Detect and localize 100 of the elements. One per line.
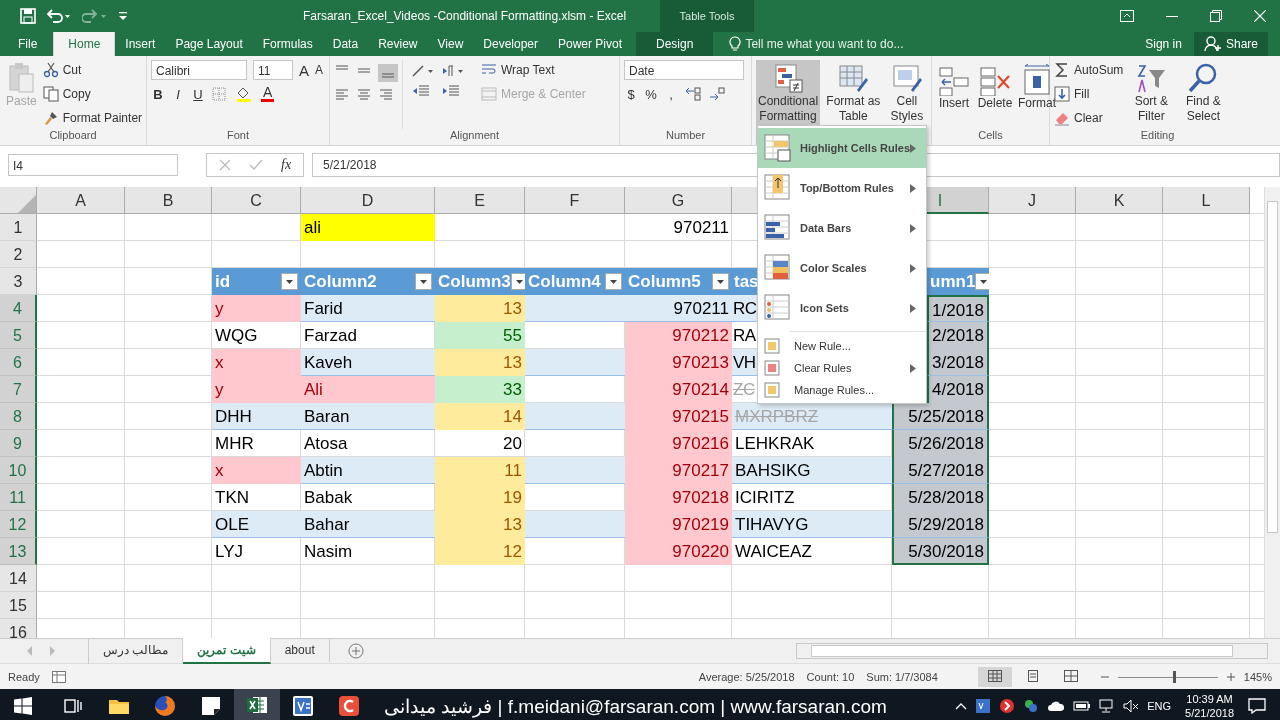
number-format-button[interactable]: % — [644, 86, 658, 102]
zoom-level[interactable]: 145% — [1243, 670, 1272, 683]
grow-font-button[interactable]: A — [299, 61, 309, 79]
column-header[interactable]: L — [1163, 187, 1250, 214]
clipboard-button[interactable]: Copy — [42, 84, 143, 104]
column-header[interactable]: F — [525, 187, 625, 214]
cells-button[interactable]: Delete — [976, 60, 1014, 129]
row-header[interactable]: 3 — [0, 268, 37, 295]
row-header[interactable]: 12 — [0, 511, 37, 538]
column-heading: Column2 — [304, 271, 377, 293]
row-header[interactable]: 10 — [0, 457, 37, 484]
wrap-text-button[interactable]: Wrap Text — [481, 60, 586, 80]
table-cell: 970214 — [625, 376, 732, 403]
table-cell: ali — [301, 214, 435, 241]
font-color-button[interactable]: A — [261, 86, 275, 102]
table-cell: 33 — [435, 376, 525, 403]
table-cell: Baran — [301, 403, 435, 430]
cells-button[interactable]: Format — [1018, 60, 1056, 129]
editing-button[interactable]: AutoSum — [1054, 60, 1124, 80]
menu-item[interactable]: Icon Sets — [758, 288, 926, 328]
ribbon-tab[interactable]: Review — [368, 32, 428, 56]
cells-button[interactable]: Insert — [936, 60, 972, 129]
column-header[interactable]: C — [212, 187, 301, 214]
share-button[interactable]: Share — [1193, 32, 1268, 56]
clipboard-button[interactable]: Cut — [42, 60, 143, 80]
table-cell: VH — [732, 349, 758, 376]
group-label: Number — [664, 129, 707, 143]
column-header[interactable]: A — [37, 187, 125, 214]
table-cell: Bahar — [301, 511, 435, 538]
number-format-button[interactable]: , — [664, 86, 678, 102]
column-header[interactable]: J — [989, 187, 1076, 214]
menu-item[interactable]: Clear Rules — [758, 357, 926, 379]
column-heading: Column3 — [438, 271, 511, 293]
column-header[interactable]: K — [1076, 187, 1163, 214]
menu-item[interactable]: Highlight Cells Rules — [758, 128, 926, 168]
menu-item[interactable]: Manage Rules... — [758, 379, 926, 401]
clipboard-button[interactable]: Format Painter — [42, 108, 143, 128]
row-header[interactable]: 5 — [0, 322, 37, 349]
row-header[interactable]: 8 — [0, 403, 37, 430]
input-language[interactable]: ENG — [1147, 700, 1172, 712]
sheet-tab[interactable]: شیت تمرین — [183, 638, 271, 664]
row-header[interactable]: 4 — [0, 295, 37, 322]
table-cell: 5/30/2018 — [892, 538, 989, 565]
ribbon-tab[interactable]: View — [427, 32, 474, 56]
ribbon-tab[interactable]: Power Pivot — [548, 32, 633, 56]
ribbon-tab[interactable]: Data — [322, 32, 369, 56]
menu-item[interactable]: New Rule... — [758, 335, 926, 357]
status-sum: Sum: 1/7/3084 — [866, 670, 938, 683]
number-format-dropdown[interactable]: Date — [624, 60, 744, 80]
bold-button[interactable]: B — [151, 86, 165, 102]
table-cell: 970216 — [625, 430, 732, 457]
column-header[interactable]: D — [301, 187, 435, 214]
row-header[interactable]: 6 — [0, 349, 37, 376]
row-header[interactable]: 2 — [0, 241, 37, 268]
ribbon-tab[interactable]: Formulas — [252, 32, 323, 56]
table-cell: 970213 — [625, 349, 732, 376]
status-average: Average: 5/25/2018 — [698, 670, 795, 683]
font-size-dropdown[interactable]: 11 — [253, 60, 293, 80]
editing-button[interactable]: Fill — [1054, 84, 1124, 104]
row-header[interactable]: 1 — [0, 214, 37, 241]
table-cell: Kaveh — [301, 349, 435, 376]
column-header[interactable]: G — [625, 187, 732, 214]
row-header[interactable]: 14 — [0, 565, 37, 592]
clock-time[interactable]: 10:39 AM — [1186, 692, 1233, 706]
clock-date[interactable]: 5/21/2018 — [1185, 706, 1234, 720]
sign-in-link[interactable]: Sign in — [1145, 32, 1182, 56]
editing-button[interactable]: Clear — [1054, 108, 1124, 128]
underline-button[interactable]: U — [191, 86, 205, 102]
editing-button[interactable]: Sort & Filter — [1127, 60, 1176, 129]
row-header[interactable]: 15 — [0, 592, 37, 619]
ribbon-tab[interactable]: Developer — [473, 32, 548, 56]
tell-me-field[interactable]: Tell me what you want to do... — [745, 32, 904, 56]
italic-button[interactable]: I — [171, 86, 185, 102]
table-cell: 5/27/2018 — [892, 457, 989, 484]
row-header[interactable]: 7 — [0, 376, 37, 403]
column-header[interactable]: E — [435, 187, 525, 214]
font-name-dropdown[interactable]: Calibri — [151, 60, 247, 80]
table-cell: 5/28/2018 — [892, 484, 989, 511]
row-header[interactable]: 16 — [0, 619, 37, 638]
row-header[interactable]: 11 — [0, 484, 37, 511]
table-cell-text: LYJ — [214, 541, 245, 563]
column-header[interactable]: B — [125, 187, 212, 214]
ribbon-tab[interactable]: Page Layout — [165, 32, 253, 56]
editing-button[interactable]: Find & Select — [1179, 60, 1228, 129]
menu-item[interactable]: Color Scales — [758, 248, 926, 288]
row-header[interactable]: 9 — [0, 430, 37, 457]
ribbon-tab[interactable]: File — [0, 32, 54, 56]
status-count: Count: 10 — [806, 670, 855, 683]
row-header[interactable]: 13 — [0, 538, 37, 565]
shrink-font-button[interactable]: A — [315, 63, 324, 77]
insert-function-button[interactable]: fx — [281, 157, 292, 173]
table-cell: 970220 — [625, 538, 732, 565]
table-cell: 970212 — [625, 322, 732, 349]
name-box[interactable]: I4 — [8, 154, 178, 176]
ribbon-tab[interactable]: Home — [53, 31, 116, 56]
number-format-button[interactable]: $ — [624, 86, 638, 102]
group-label: Font — [226, 129, 250, 143]
ribbon-tab[interactable]: Insert — [115, 32, 166, 56]
sheet-tab[interactable]: مطالب درس — [89, 638, 184, 662]
ribbon-tab[interactable]: Design — [636, 32, 714, 56]
